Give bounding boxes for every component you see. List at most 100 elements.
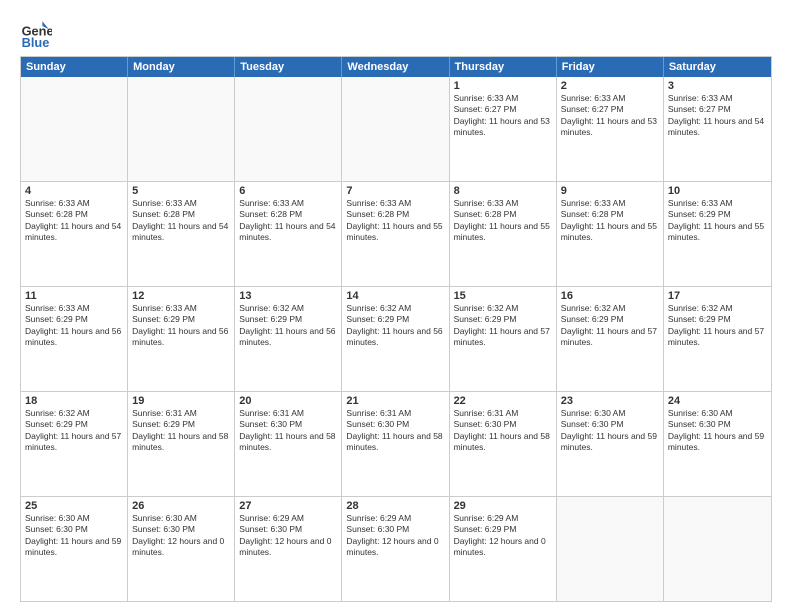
day-info: Sunrise: 6:33 AMSunset: 6:28 PMDaylight:… <box>25 198 123 244</box>
day-number: 27 <box>239 500 337 512</box>
header-day-tuesday: Tuesday <box>235 57 342 77</box>
calendar-row-2: 4Sunrise: 6:33 AMSunset: 6:28 PMDaylight… <box>21 181 771 286</box>
day-cell-13: 13Sunrise: 6:32 AMSunset: 6:29 PMDayligh… <box>235 287 342 391</box>
day-cell-24: 24Sunrise: 6:30 AMSunset: 6:30 PMDayligh… <box>664 392 771 496</box>
calendar-row-1: 1Sunrise: 6:33 AMSunset: 6:27 PMDaylight… <box>21 77 771 181</box>
day-info: Sunrise: 6:29 AMSunset: 6:30 PMDaylight:… <box>239 513 337 559</box>
day-number: 18 <box>25 395 123 407</box>
page: General Blue SundayMondayTuesdayWednesda… <box>0 0 792 612</box>
day-cell-21: 21Sunrise: 6:31 AMSunset: 6:30 PMDayligh… <box>342 392 449 496</box>
day-number: 13 <box>239 290 337 302</box>
day-info: Sunrise: 6:33 AMSunset: 6:28 PMDaylight:… <box>561 198 659 244</box>
day-number: 29 <box>454 500 552 512</box>
day-number: 23 <box>561 395 659 407</box>
day-info: Sunrise: 6:31 AMSunset: 6:30 PMDaylight:… <box>346 408 444 454</box>
day-number: 20 <box>239 395 337 407</box>
day-info: Sunrise: 6:32 AMSunset: 6:29 PMDaylight:… <box>25 408 123 454</box>
day-cell-16: 16Sunrise: 6:32 AMSunset: 6:29 PMDayligh… <box>557 287 664 391</box>
day-number: 4 <box>25 185 123 197</box>
day-info: Sunrise: 6:32 AMSunset: 6:29 PMDaylight:… <box>561 303 659 349</box>
day-info: Sunrise: 6:32 AMSunset: 6:29 PMDaylight:… <box>668 303 767 349</box>
day-cell-14: 14Sunrise: 6:32 AMSunset: 6:29 PMDayligh… <box>342 287 449 391</box>
day-number: 8 <box>454 185 552 197</box>
day-number: 12 <box>132 290 230 302</box>
day-number: 1 <box>454 80 552 92</box>
empty-cell <box>21 77 128 181</box>
calendar: SundayMondayTuesdayWednesdayThursdayFrid… <box>20 56 772 602</box>
day-number: 10 <box>668 185 767 197</box>
day-number: 3 <box>668 80 767 92</box>
day-info: Sunrise: 6:33 AMSunset: 6:28 PMDaylight:… <box>454 198 552 244</box>
day-info: Sunrise: 6:33 AMSunset: 6:27 PMDaylight:… <box>561 93 659 139</box>
header-day-thursday: Thursday <box>450 57 557 77</box>
header-day-friday: Friday <box>557 57 664 77</box>
day-cell-18: 18Sunrise: 6:32 AMSunset: 6:29 PMDayligh… <box>21 392 128 496</box>
day-info: Sunrise: 6:30 AMSunset: 6:30 PMDaylight:… <box>25 513 123 559</box>
day-number: 21 <box>346 395 444 407</box>
day-info: Sunrise: 6:31 AMSunset: 6:29 PMDaylight:… <box>132 408 230 454</box>
header-day-monday: Monday <box>128 57 235 77</box>
day-cell-20: 20Sunrise: 6:31 AMSunset: 6:30 PMDayligh… <box>235 392 342 496</box>
day-cell-1: 1Sunrise: 6:33 AMSunset: 6:27 PMDaylight… <box>450 77 557 181</box>
day-info: Sunrise: 6:33 AMSunset: 6:28 PMDaylight:… <box>346 198 444 244</box>
day-number: 6 <box>239 185 337 197</box>
day-cell-15: 15Sunrise: 6:32 AMSunset: 6:29 PMDayligh… <box>450 287 557 391</box>
day-info: Sunrise: 6:32 AMSunset: 6:29 PMDaylight:… <box>346 303 444 349</box>
day-number: 16 <box>561 290 659 302</box>
day-cell-5: 5Sunrise: 6:33 AMSunset: 6:28 PMDaylight… <box>128 182 235 286</box>
day-info: Sunrise: 6:31 AMSunset: 6:30 PMDaylight:… <box>239 408 337 454</box>
day-cell-26: 26Sunrise: 6:30 AMSunset: 6:30 PMDayligh… <box>128 497 235 601</box>
header-day-sunday: Sunday <box>21 57 128 77</box>
day-cell-7: 7Sunrise: 6:33 AMSunset: 6:28 PMDaylight… <box>342 182 449 286</box>
day-cell-29: 29Sunrise: 6:29 AMSunset: 6:29 PMDayligh… <box>450 497 557 601</box>
calendar-body: 1Sunrise: 6:33 AMSunset: 6:27 PMDaylight… <box>21 77 771 601</box>
logo: General Blue <box>20 18 56 50</box>
day-number: 19 <box>132 395 230 407</box>
header: General Blue <box>20 18 772 50</box>
day-info: Sunrise: 6:30 AMSunset: 6:30 PMDaylight:… <box>132 513 230 559</box>
day-info: Sunrise: 6:30 AMSunset: 6:30 PMDaylight:… <box>668 408 767 454</box>
day-number: 14 <box>346 290 444 302</box>
header-day-saturday: Saturday <box>664 57 771 77</box>
day-info: Sunrise: 6:32 AMSunset: 6:29 PMDaylight:… <box>454 303 552 349</box>
day-info: Sunrise: 6:33 AMSunset: 6:27 PMDaylight:… <box>668 93 767 139</box>
calendar-row-5: 25Sunrise: 6:30 AMSunset: 6:30 PMDayligh… <box>21 496 771 601</box>
day-number: 11 <box>25 290 123 302</box>
day-cell-23: 23Sunrise: 6:30 AMSunset: 6:30 PMDayligh… <box>557 392 664 496</box>
day-cell-4: 4Sunrise: 6:33 AMSunset: 6:28 PMDaylight… <box>21 182 128 286</box>
day-number: 28 <box>346 500 444 512</box>
day-cell-17: 17Sunrise: 6:32 AMSunset: 6:29 PMDayligh… <box>664 287 771 391</box>
day-cell-8: 8Sunrise: 6:33 AMSunset: 6:28 PMDaylight… <box>450 182 557 286</box>
day-info: Sunrise: 6:33 AMSunset: 6:28 PMDaylight:… <box>239 198 337 244</box>
day-number: 9 <box>561 185 659 197</box>
day-number: 5 <box>132 185 230 197</box>
day-cell-27: 27Sunrise: 6:29 AMSunset: 6:30 PMDayligh… <box>235 497 342 601</box>
day-info: Sunrise: 6:33 AMSunset: 6:27 PMDaylight:… <box>454 93 552 139</box>
day-cell-19: 19Sunrise: 6:31 AMSunset: 6:29 PMDayligh… <box>128 392 235 496</box>
day-number: 7 <box>346 185 444 197</box>
day-cell-6: 6Sunrise: 6:33 AMSunset: 6:28 PMDaylight… <box>235 182 342 286</box>
day-number: 25 <box>25 500 123 512</box>
empty-cell <box>664 497 771 601</box>
day-info: Sunrise: 6:33 AMSunset: 6:29 PMDaylight:… <box>132 303 230 349</box>
day-info: Sunrise: 6:33 AMSunset: 6:28 PMDaylight:… <box>132 198 230 244</box>
day-cell-11: 11Sunrise: 6:33 AMSunset: 6:29 PMDayligh… <box>21 287 128 391</box>
day-cell-9: 9Sunrise: 6:33 AMSunset: 6:28 PMDaylight… <box>557 182 664 286</box>
calendar-row-3: 11Sunrise: 6:33 AMSunset: 6:29 PMDayligh… <box>21 286 771 391</box>
day-info: Sunrise: 6:33 AMSunset: 6:29 PMDaylight:… <box>668 198 767 244</box>
day-info: Sunrise: 6:33 AMSunset: 6:29 PMDaylight:… <box>25 303 123 349</box>
day-cell-3: 3Sunrise: 6:33 AMSunset: 6:27 PMDaylight… <box>664 77 771 181</box>
header-day-wednesday: Wednesday <box>342 57 449 77</box>
empty-cell <box>557 497 664 601</box>
calendar-header: SundayMondayTuesdayWednesdayThursdayFrid… <box>21 57 771 77</box>
logo-icon: General Blue <box>20 18 52 50</box>
day-info: Sunrise: 6:32 AMSunset: 6:29 PMDaylight:… <box>239 303 337 349</box>
day-number: 26 <box>132 500 230 512</box>
day-number: 2 <box>561 80 659 92</box>
day-cell-22: 22Sunrise: 6:31 AMSunset: 6:30 PMDayligh… <box>450 392 557 496</box>
day-number: 22 <box>454 395 552 407</box>
day-number: 17 <box>668 290 767 302</box>
day-info: Sunrise: 6:31 AMSunset: 6:30 PMDaylight:… <box>454 408 552 454</box>
empty-cell <box>128 77 235 181</box>
day-number: 24 <box>668 395 767 407</box>
